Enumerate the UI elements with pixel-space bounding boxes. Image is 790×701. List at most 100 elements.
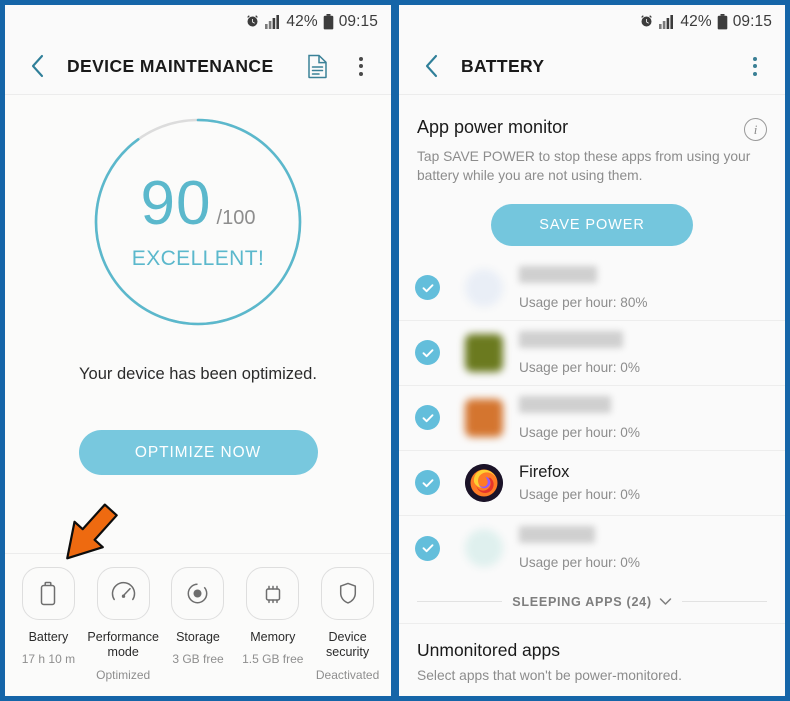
memory-tile-icon-box bbox=[246, 567, 300, 621]
tile-battery-sub: 17 h 10 m bbox=[21, 652, 76, 667]
checkbox-checked-icon[interactable] bbox=[415, 340, 440, 365]
battery-tile-icon-box bbox=[21, 567, 75, 621]
app-name bbox=[519, 395, 611, 413]
storage-tile-icon-box bbox=[171, 567, 225, 621]
list-item[interactable]: Usage per hour: 0% bbox=[399, 516, 785, 581]
battery-icon bbox=[717, 13, 728, 30]
app-power-list: Usage per hour: 80% Usage per hour: 0% U… bbox=[399, 256, 785, 581]
optimization-score-gauge: 90 /100 EXCELLENT! bbox=[89, 113, 307, 331]
appbar-left: DEVICE MAINTENANCE bbox=[5, 38, 391, 95]
battery-percent-label: 42% bbox=[680, 12, 712, 30]
app-meta: Firefox Usage per hour: 0% bbox=[519, 463, 769, 502]
optimize-button-wrap: OPTIMIZE NOW bbox=[5, 430, 391, 475]
checkbox-checked-icon[interactable] bbox=[415, 405, 440, 430]
info-icon[interactable]: i bbox=[744, 118, 767, 141]
checkbox-checked-icon[interactable] bbox=[415, 470, 440, 495]
score-value: 90 bbox=[140, 169, 212, 238]
app-usage: Usage per hour: 0% bbox=[519, 359, 640, 375]
tile-device-security[interactable]: Device security Deactivated bbox=[310, 567, 385, 682]
shield-tile-icon-box bbox=[321, 567, 375, 621]
page-title-left: DEVICE MAINTENANCE bbox=[67, 55, 274, 76]
alarm-clock-icon bbox=[639, 14, 654, 29]
app-icon bbox=[465, 268, 503, 307]
battery-icon bbox=[323, 13, 334, 30]
clock-label: 09:15 bbox=[338, 12, 378, 30]
unmonitored-apps-description: Select apps that won't be power-monitore… bbox=[417, 667, 682, 683]
app-meta: Usage per hour: 80% bbox=[519, 265, 769, 310]
appbar-actions-left bbox=[300, 46, 378, 86]
app-meta: Usage per hour: 0% bbox=[519, 526, 769, 570]
document-icon[interactable] bbox=[300, 46, 334, 86]
list-item[interactable]: Usage per hour: 0% bbox=[399, 321, 785, 386]
status-bar-right: 42% 09:15 bbox=[399, 5, 785, 38]
save-power-button-wrap: SAVE POWER bbox=[399, 203, 785, 246]
battery-percent-label: 42% bbox=[286, 12, 318, 30]
clock-label: 09:15 bbox=[732, 12, 772, 30]
app-name: Firefox bbox=[519, 463, 570, 482]
sleeping-apps-toggle[interactable]: SLEEPING APPS (24) bbox=[399, 581, 785, 623]
page-title-right: BATTERY bbox=[461, 55, 545, 76]
list-item[interactable]: Usage per hour: 80% bbox=[399, 256, 785, 321]
app-icon bbox=[465, 529, 503, 567]
tile-storage-label: Storage bbox=[176, 630, 220, 645]
app-name bbox=[519, 526, 595, 543]
three-dot-menu-icon[interactable] bbox=[738, 46, 772, 86]
appbar-right: BATTERY bbox=[399, 38, 785, 95]
tile-security-sub: Deactivated bbox=[315, 667, 380, 682]
gauge-center: 90 /100 EXCELLENT! bbox=[89, 113, 307, 331]
maintenance-tiles: Battery 17 h 10 m Performance mode Optim… bbox=[5, 553, 391, 696]
app-name bbox=[519, 265, 597, 283]
signal-bars-icon bbox=[659, 14, 675, 29]
app-usage: Usage per hour: 0% bbox=[519, 486, 640, 502]
dual-screenshot-frame: PC risk 42% bbox=[0, 0, 790, 701]
tile-memory-sub: 1.5 GB free bbox=[242, 652, 304, 667]
divider-left bbox=[417, 601, 503, 602]
list-item[interactable]: Usage per hour: 0% bbox=[399, 386, 785, 451]
tile-security-label: Device security bbox=[326, 630, 370, 660]
tile-storage[interactable]: Storage 3 GB free bbox=[161, 567, 236, 682]
device-maintenance-screen: PC risk 42% bbox=[5, 5, 391, 696]
app-meta: Usage per hour: 0% bbox=[519, 330, 769, 375]
firefox-icon bbox=[465, 463, 503, 502]
unmonitored-apps-section[interactable]: Unmonitored apps Select apps that won't … bbox=[399, 622, 785, 686]
score-row: 90 /100 bbox=[141, 173, 256, 235]
checkbox-checked-icon[interactable] bbox=[415, 275, 440, 300]
app-icon bbox=[465, 333, 503, 372]
unmonitored-apps-title: Unmonitored apps bbox=[417, 639, 560, 660]
app-power-monitor-header: App power monitor i bbox=[399, 95, 785, 141]
speedometer-tile-icon-box bbox=[96, 567, 150, 621]
battery-screen: ris com 42% bbox=[399, 5, 785, 696]
app-usage: Usage per hour: 0% bbox=[519, 555, 640, 570]
list-item-firefox[interactable]: Firefox Usage per hour: 0% bbox=[399, 451, 785, 516]
app-meta: Usage per hour: 0% bbox=[519, 395, 769, 440]
section-title: App power monitor bbox=[417, 117, 569, 137]
score-max-label: /100 bbox=[216, 207, 256, 229]
alarm-clock-icon bbox=[245, 14, 260, 29]
status-bar-left: 42% 09:15 bbox=[5, 5, 391, 38]
optimize-now-button[interactable]: OPTIMIZE NOW bbox=[78, 430, 318, 475]
back-button-right[interactable] bbox=[412, 46, 452, 86]
tile-performance-label: Performance mode bbox=[87, 630, 159, 660]
app-name bbox=[519, 330, 623, 348]
tile-battery-label: Battery bbox=[28, 630, 69, 645]
app-usage: Usage per hour: 0% bbox=[519, 424, 640, 440]
appbar-actions-right bbox=[738, 46, 772, 86]
chevron-down-icon bbox=[659, 595, 672, 609]
divider-right bbox=[681, 601, 768, 602]
checkbox-checked-icon[interactable] bbox=[415, 535, 440, 561]
battery-body: App power monitor i Tap SAVE POWER to st… bbox=[399, 95, 785, 696]
save-power-button[interactable]: SAVE POWER bbox=[491, 203, 693, 246]
three-dot-menu-icon[interactable] bbox=[344, 46, 378, 86]
app-usage: Usage per hour: 80% bbox=[519, 294, 648, 310]
signal-bars-icon bbox=[265, 14, 281, 29]
back-button-left[interactable] bbox=[18, 46, 58, 86]
tile-memory[interactable]: Memory 1.5 GB free bbox=[235, 567, 310, 682]
sleeping-apps-label: SLEEPING APPS (24) bbox=[512, 594, 652, 609]
score-rating-label: EXCELLENT! bbox=[131, 247, 265, 270]
tile-battery[interactable]: Battery 17 h 10 m bbox=[11, 567, 86, 682]
tile-memory-label: Memory bbox=[250, 630, 296, 645]
tile-performance-mode[interactable]: Performance mode Optimized bbox=[86, 567, 161, 682]
tile-performance-sub: Optimized bbox=[96, 667, 151, 682]
optimization-status-message: Your device has been optimized. bbox=[79, 365, 317, 383]
app-icon bbox=[465, 398, 503, 437]
